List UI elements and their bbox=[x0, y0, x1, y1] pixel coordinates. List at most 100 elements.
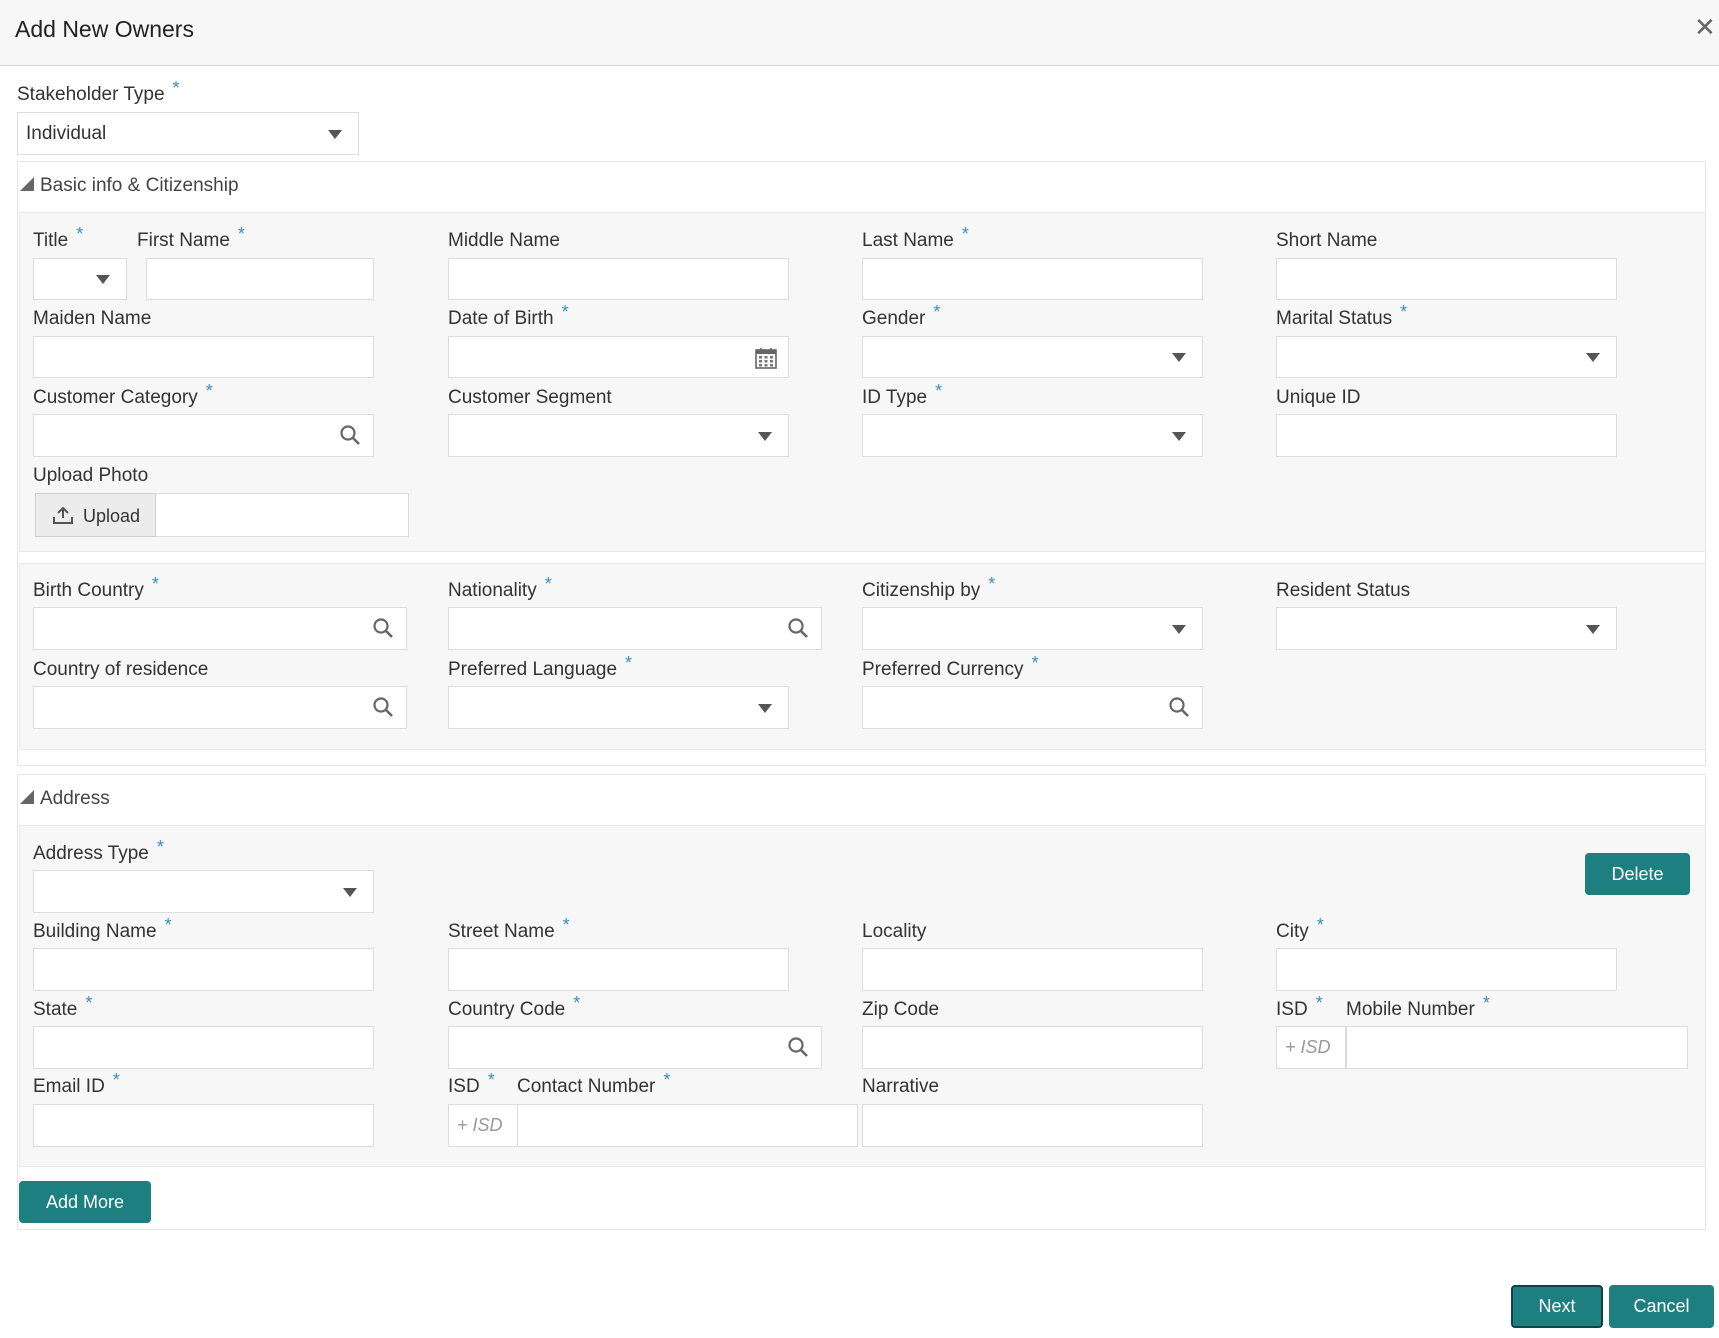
short-name-label: Short Name bbox=[1276, 230, 1378, 251]
zip-code-label: Zip Code bbox=[862, 999, 940, 1020]
isd-placeholder: + ISD bbox=[1285, 1037, 1331, 1057]
chevron-down-icon bbox=[343, 887, 357, 897]
contact-number-label: Contact Number * bbox=[517, 1070, 671, 1097]
dialog-header bbox=[0, 0, 1719, 66]
customer-segment-label: Customer Segment bbox=[448, 387, 612, 408]
street-name-label: Street Name * bbox=[448, 915, 570, 942]
marital-status-select[interactable] bbox=[1276, 336, 1617, 378]
zip-code-input[interactable] bbox=[862, 1026, 1203, 1069]
resident-status-label: Resident Status bbox=[1276, 580, 1411, 601]
chevron-down-icon bbox=[1172, 431, 1186, 441]
search-icon[interactable] bbox=[372, 696, 394, 718]
dob-input[interactable] bbox=[448, 336, 789, 378]
first-name-input[interactable] bbox=[146, 258, 374, 300]
chevron-down-icon bbox=[96, 275, 110, 284]
collapse-triangle-icon bbox=[20, 177, 34, 191]
preferred-currency-input[interactable] bbox=[862, 686, 1203, 729]
search-icon[interactable] bbox=[787, 1036, 809, 1058]
nationality-input[interactable] bbox=[448, 607, 822, 650]
title-select[interactable] bbox=[33, 258, 127, 300]
locality-label: Locality bbox=[862, 921, 927, 942]
gender-label: Gender * bbox=[862, 302, 941, 329]
citizenship-by-select[interactable] bbox=[862, 607, 1203, 650]
country-residence-label: Country of residence bbox=[33, 659, 209, 680]
chevron-down-icon bbox=[1586, 624, 1600, 634]
nationality-label: Nationality * bbox=[448, 574, 552, 601]
basic-info-header[interactable]: Basic info & Citizenship bbox=[20, 175, 239, 197]
cancel-button[interactable]: Cancel bbox=[1609, 1285, 1714, 1328]
building-name-input[interactable] bbox=[33, 948, 374, 991]
preferred-language-select[interactable] bbox=[448, 686, 789, 729]
isd-placeholder: + ISD bbox=[457, 1115, 503, 1135]
next-button[interactable]: Next bbox=[1511, 1285, 1603, 1328]
upload-photo-label: Upload Photo bbox=[33, 465, 149, 486]
search-icon[interactable] bbox=[339, 424, 361, 446]
search-icon[interactable] bbox=[1168, 696, 1190, 718]
upload-button-label: Upload bbox=[83, 506, 141, 526]
first-name-label: First Name * bbox=[137, 224, 245, 251]
maiden-name-input[interactable] bbox=[33, 336, 374, 378]
narrative-label: Narrative bbox=[862, 1076, 940, 1097]
dialog-title: Add New Owners bbox=[15, 16, 194, 42]
address-type-select[interactable] bbox=[33, 870, 374, 913]
contact-isd-label: ISD * bbox=[448, 1070, 495, 1097]
collapse-triangle-icon bbox=[20, 790, 34, 804]
contact-number-input[interactable] bbox=[517, 1104, 858, 1147]
upload-button[interactable]: Upload bbox=[35, 493, 156, 537]
address-header[interactable]: Address bbox=[20, 788, 110, 810]
chevron-down-icon bbox=[758, 703, 772, 713]
country-residence-input[interactable] bbox=[33, 686, 407, 729]
email-id-input[interactable] bbox=[33, 1104, 374, 1147]
city-label: City * bbox=[1276, 915, 1324, 942]
dob-label: Date of Birth * bbox=[448, 302, 569, 329]
customer-category-input[interactable] bbox=[33, 414, 374, 457]
calendar-icon[interactable] bbox=[754, 346, 778, 370]
preferred-language-label: Preferred Language * bbox=[448, 653, 633, 680]
stakeholder-type-label: Stakeholder Type * bbox=[17, 78, 180, 105]
upload-icon bbox=[53, 506, 73, 524]
address-type-label: Address Type * bbox=[33, 837, 164, 864]
stakeholder-type-value: Individual bbox=[26, 123, 107, 144]
delete-button[interactable]: Delete bbox=[1585, 853, 1690, 895]
chevron-down-icon bbox=[328, 129, 342, 139]
chevron-down-icon bbox=[1172, 624, 1186, 634]
middle-name-input[interactable] bbox=[448, 258, 789, 300]
unique-id-input[interactable] bbox=[1276, 414, 1617, 457]
id-type-select[interactable] bbox=[862, 414, 1203, 457]
unique-id-label: Unique ID bbox=[1276, 387, 1361, 408]
search-icon[interactable] bbox=[372, 617, 394, 639]
customer-segment-select[interactable] bbox=[448, 414, 789, 457]
search-icon[interactable] bbox=[787, 617, 809, 639]
resident-status-select[interactable] bbox=[1276, 607, 1617, 650]
preferred-currency-label: Preferred Currency * bbox=[862, 653, 1039, 680]
narrative-input[interactable] bbox=[862, 1104, 1203, 1147]
chevron-down-icon bbox=[1172, 353, 1186, 362]
city-input[interactable] bbox=[1276, 948, 1617, 991]
title-label: Title * bbox=[33, 224, 84, 251]
mobile-number-label: Mobile Number * bbox=[1346, 993, 1490, 1020]
add-more-button[interactable]: Add More bbox=[19, 1181, 151, 1223]
state-input[interactable] bbox=[33, 1026, 374, 1069]
building-name-label: Building Name * bbox=[33, 915, 172, 942]
citizenship-by-label: Citizenship by * bbox=[862, 574, 996, 601]
short-name-input[interactable] bbox=[1276, 258, 1617, 300]
id-type-label: ID Type * bbox=[862, 381, 943, 408]
close-icon[interactable]: ✕ bbox=[1694, 14, 1716, 40]
mobile-isd-label: ISD * bbox=[1276, 993, 1323, 1020]
street-name-input[interactable] bbox=[448, 948, 789, 991]
mobile-isd-input[interactable]: + ISD bbox=[1276, 1026, 1346, 1069]
country-code-label: Country Code * bbox=[448, 993, 581, 1020]
email-id-label: Email ID * bbox=[33, 1070, 120, 1097]
locality-input[interactable] bbox=[862, 948, 1203, 991]
chevron-down-icon bbox=[1586, 353, 1600, 362]
country-code-input[interactable] bbox=[448, 1026, 822, 1069]
contact-isd-input[interactable]: + ISD bbox=[448, 1104, 518, 1147]
gender-select[interactable] bbox=[862, 336, 1203, 378]
last-name-input[interactable] bbox=[862, 258, 1203, 300]
mobile-number-input[interactable] bbox=[1346, 1026, 1688, 1069]
birth-country-input[interactable] bbox=[33, 607, 407, 650]
stakeholder-type-select[interactable]: Individual bbox=[17, 112, 359, 155]
maiden-name-label: Maiden Name bbox=[33, 308, 152, 329]
middle-name-label: Middle Name bbox=[448, 230, 560, 251]
chevron-down-icon bbox=[758, 431, 772, 441]
